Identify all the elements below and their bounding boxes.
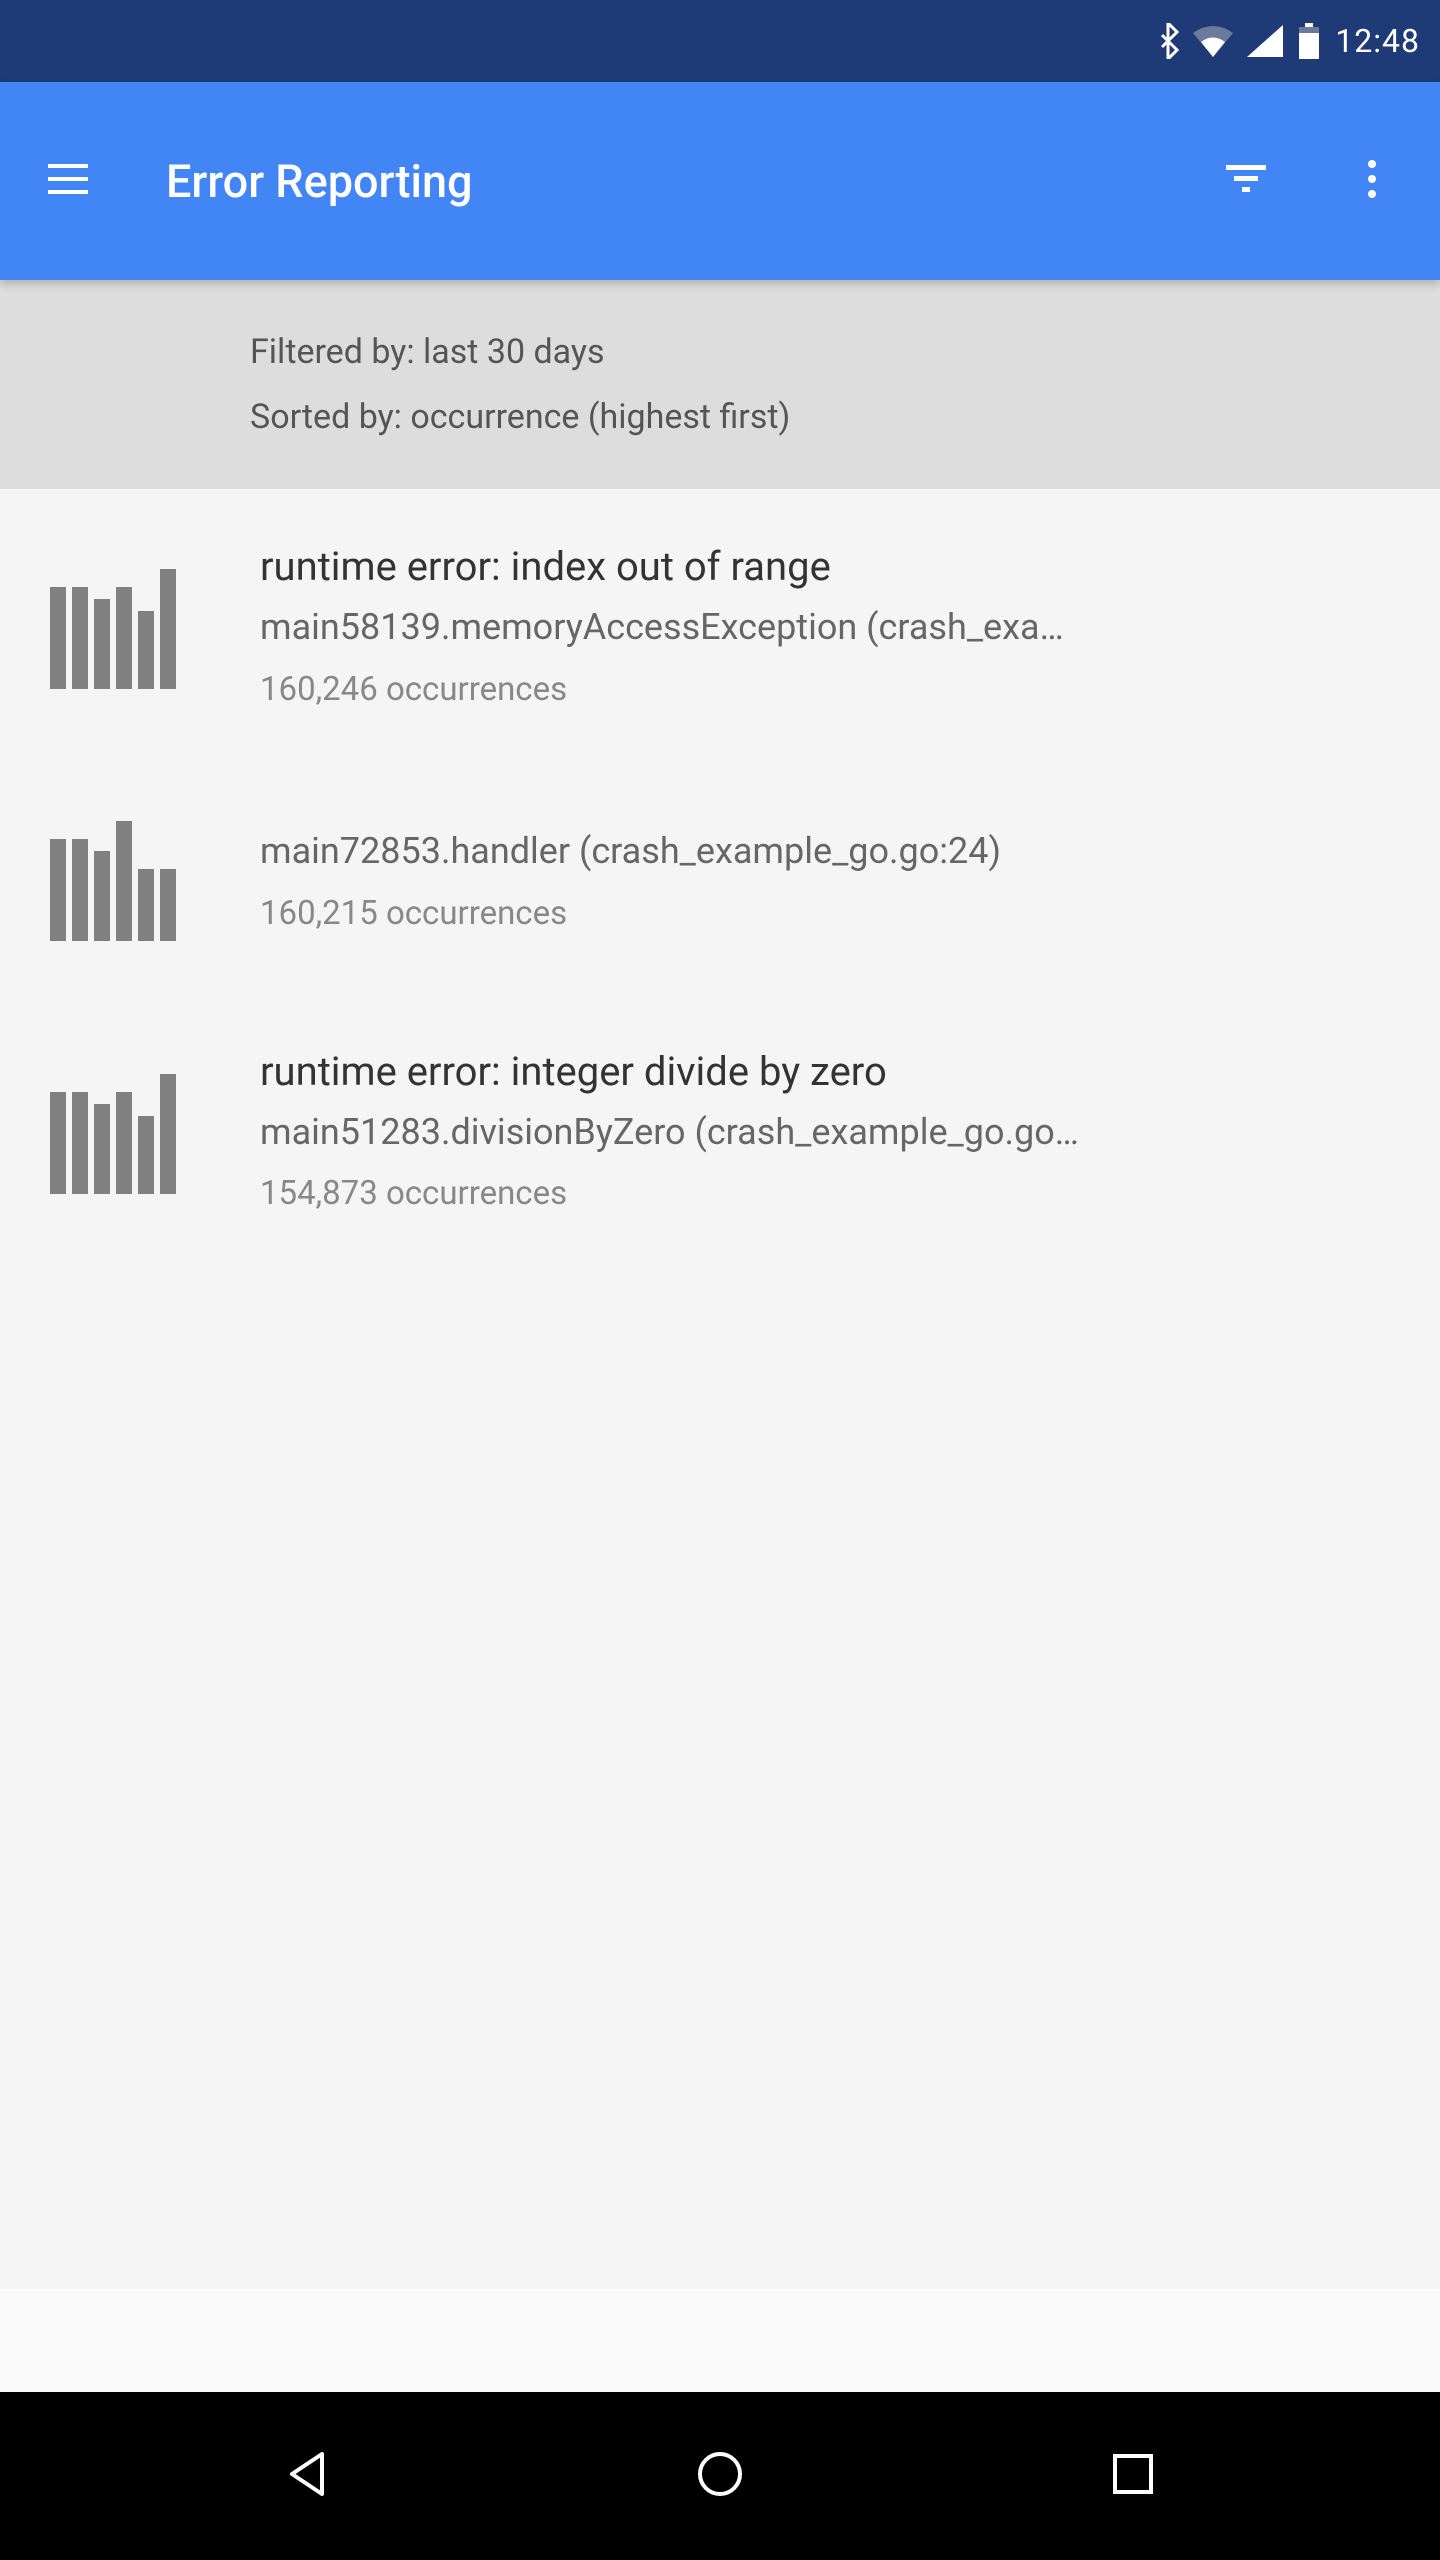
error-title: runtime error: index out of range <box>260 539 1390 595</box>
error-subtitle: main58139.memoryAccessException (crash_e… <box>260 595 1390 660</box>
status-bar: 12:48 <box>0 0 1440 82</box>
page-title: Error Reporting <box>166 155 1168 208</box>
battery-icon <box>1297 23 1321 59</box>
error-occurrences: 154,873 occurrences <box>260 1164 1390 1223</box>
menu-button[interactable] <box>20 133 116 229</box>
error-item[interactable]: main72853.handler (crash_example_go.go:2… <box>0 769 1440 993</box>
error-text-block: runtime error: integer divide by zero ma… <box>260 1044 1390 1224</box>
back-button[interactable] <box>257 2426 357 2526</box>
sorted-by-text: Sorted by: occurrence (highest first) <box>250 385 1410 450</box>
status-time: 12:48 <box>1335 22 1420 60</box>
error-item[interactable]: runtime error: integer divide by zero ma… <box>0 994 1440 1274</box>
hamburger-icon <box>48 164 88 198</box>
back-icon <box>282 2449 332 2503</box>
home-icon <box>695 2449 745 2503</box>
bar-chart-icon <box>50 569 180 689</box>
bar-chart-icon <box>50 1074 180 1194</box>
error-occurrences: 160,215 occurrences <box>260 884 1390 943</box>
cellular-signal-icon <box>1247 25 1283 57</box>
error-subtitle: main72853.handler (crash_example_go.go:2… <box>260 819 1390 884</box>
error-subtitle: main51283.divisionByZero (crash_example_… <box>260 1100 1390 1165</box>
filter-icon <box>1226 165 1266 197</box>
filter-button[interactable] <box>1198 133 1294 229</box>
error-text-block: main72853.handler (crash_example_go.go:2… <box>260 819 1390 943</box>
error-list: runtime error: index out of range main58… <box>0 489 1440 2289</box>
navigation-bar <box>0 2392 1440 2560</box>
app-bar: Error Reporting <box>0 82 1440 280</box>
error-occurrences: 160,246 occurrences <box>260 660 1390 719</box>
wifi-icon <box>1193 25 1233 57</box>
filtered-by-text: Filtered by: last 30 days <box>250 320 1410 385</box>
recent-apps-icon <box>1111 2452 1155 2500</box>
bluetooth-icon <box>1157 23 1179 59</box>
filter-info-bar: Filtered by: last 30 days Sorted by: occ… <box>0 280 1440 489</box>
more-options-button[interactable] <box>1324 133 1420 229</box>
error-title: runtime error: integer divide by zero <box>260 1044 1390 1100</box>
home-button[interactable] <box>670 2426 770 2526</box>
error-item[interactable]: runtime error: index out of range main58… <box>0 489 1440 769</box>
more-vertical-icon <box>1367 159 1377 203</box>
recent-apps-button[interactable] <box>1083 2426 1183 2526</box>
error-text-block: runtime error: index out of range main58… <box>260 539 1390 719</box>
status-icons: 12:48 <box>1157 22 1420 60</box>
bar-chart-icon <box>50 821 180 941</box>
